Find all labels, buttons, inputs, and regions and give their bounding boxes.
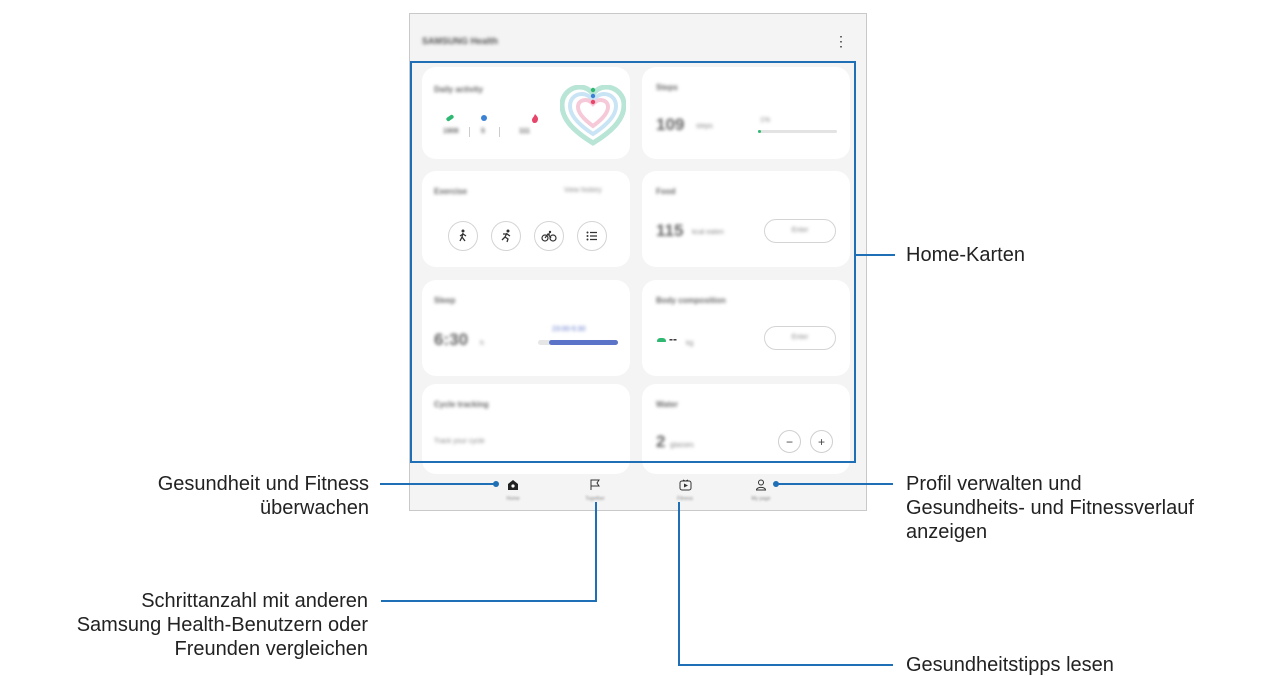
- tips-callout: Gesundheitstipps lesen: [906, 654, 1114, 676]
- profile-callout: Profil verwalten und Gesundheits- und Fi…: [906, 472, 1194, 544]
- callout-line-3: Freunden vergleichen: [174, 638, 368, 660]
- callout-line-3: anzeigen: [906, 521, 988, 543]
- home-cards-callout: Home-Karten: [906, 244, 1025, 266]
- callout-lines: [380, 254, 895, 666]
- callout-line-1: Schrittanzahl mit anderen: [141, 590, 368, 612]
- compare-callout: Schrittanzahl mit anderen Samsung Health…: [77, 589, 368, 661]
- callout-line-2: Samsung Health-Benutzern oder: [76, 614, 368, 636]
- callout-line-1: Profil verwalten und: [906, 473, 1082, 495]
- callout-line-1: Gesundheit und Fitness: [157, 473, 369, 495]
- callout-line-2: Gesundheits- und Fitnessverlauf: [906, 497, 1194, 519]
- monitor-callout: Gesundheit und Fitness überwachen: [158, 472, 369, 520]
- callout-line-2: überwachen: [260, 497, 369, 519]
